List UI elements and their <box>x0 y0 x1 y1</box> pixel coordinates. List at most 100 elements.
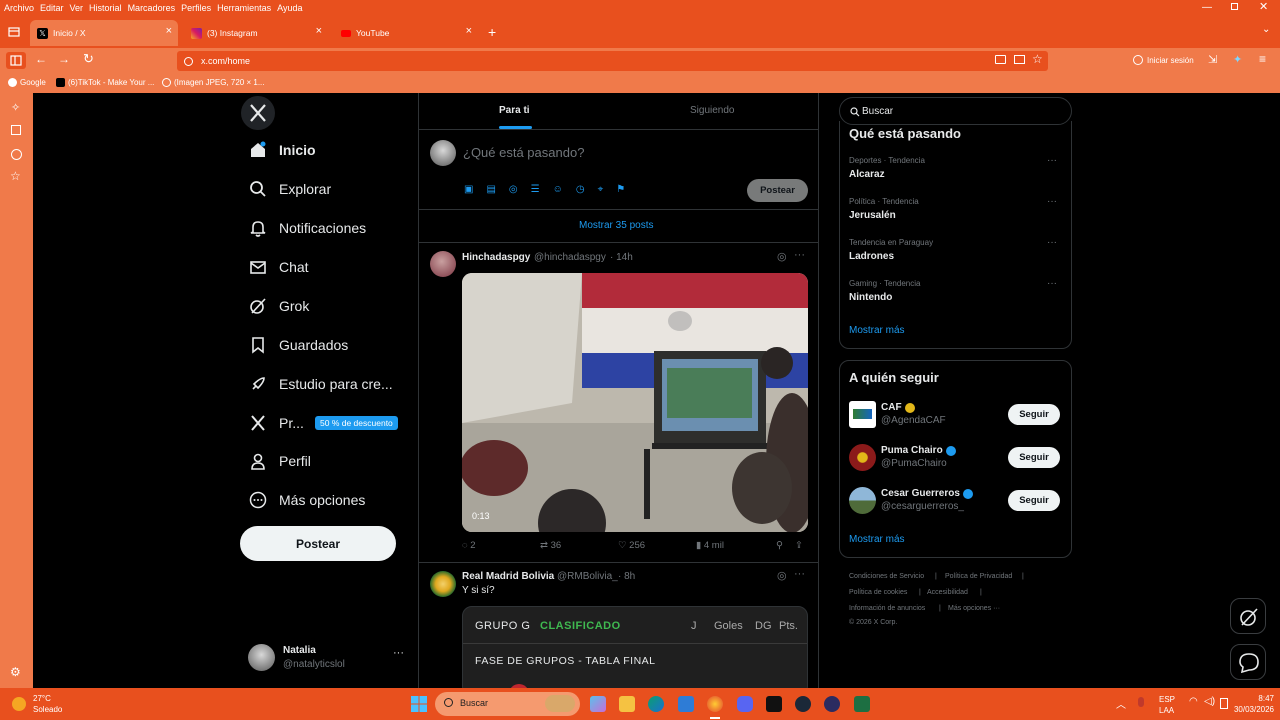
store-icon[interactable] <box>678 696 694 712</box>
tab-inicio-x[interactable]: 𝕏 Inicio / X × <box>30 20 178 46</box>
follow-suggestion[interactable]: Cesar Guerreros @cesarguerreros_ Seguir <box>839 484 1072 518</box>
firefox-icon[interactable] <box>707 696 723 712</box>
more-dots-icon[interactable]: ··· <box>1047 237 1057 248</box>
bookmark-google[interactable]: Google <box>8 78 46 87</box>
reload-icon[interactable]: ↻ <box>83 51 94 67</box>
footer-link[interactable]: Accesibilidad <box>927 589 968 596</box>
trend-item[interactable]: Política · Tendencia Jerusalén ··· <box>839 196 1072 234</box>
clock[interactable]: 8:47 30/03/2026 <box>1226 693 1274 715</box>
menu-perfiles[interactable]: Perfiles <box>181 3 211 13</box>
premium-badge[interactable]: 50 % de descuento <box>315 416 398 430</box>
minimize-icon[interactable]: — <box>1202 2 1212 13</box>
follow-suggestion[interactable]: Puma Chairo @PumaChairo Seguir <box>839 441 1072 475</box>
menu-historial[interactable]: Historial <box>89 3 122 13</box>
messages-float-button[interactable] <box>1230 644 1266 680</box>
extension-puzzle-icon[interactable]: ✦ <box>1233 53 1242 66</box>
edge-icon[interactable] <box>648 696 664 712</box>
grok-icon[interactable]: ◎ <box>777 569 787 582</box>
sign-in-button[interactable]: Iniciar sesión <box>1133 55 1194 65</box>
install-icon[interactable] <box>995 55 1006 64</box>
post-author-name[interactable]: Real Madrid Bolivia <box>462 571 554 582</box>
nav-explorar[interactable]: Explorar <box>249 180 331 198</box>
nav-chat[interactable]: Chat <box>249 258 309 276</box>
gif-icon[interactable]: ▤ <box>486 184 495 195</box>
close-tab-icon[interactable]: × <box>316 26 322 37</box>
menu-ver[interactable]: Ver <box>70 3 84 13</box>
copilot-icon[interactable] <box>590 696 606 712</box>
menu-editar[interactable]: Editar <box>40 3 64 13</box>
sidebar-toggle-icon[interactable] <box>6 52 26 69</box>
trend-item[interactable]: Deportes · Tendencia Alcaraz ··· <box>839 155 1072 193</box>
reply-button[interactable]: ◌ 2 <box>462 540 476 551</box>
tab-instagram[interactable]: (3) Instagram × <box>184 20 328 46</box>
site-info-icon[interactable] <box>184 56 193 66</box>
trend-item[interactable]: Gaming · Tendencia Nintendo ··· <box>839 278 1072 316</box>
follow-button[interactable]: Seguir <box>1008 490 1060 511</box>
hamburger-menu-icon[interactable]: ≡ <box>1259 52 1266 66</box>
bookmark-tiktok[interactable]: (6)TikTok - Make Your ... <box>56 78 154 87</box>
app-circle-icon[interactable] <box>824 696 840 712</box>
steam-icon[interactable] <box>795 696 811 712</box>
account-switcher[interactable]: Natalia @natalyticslol ··· <box>248 643 408 673</box>
post-author-name[interactable]: Hinchadaspgy <box>462 252 530 263</box>
share-icon[interactable]: ⇪ <box>795 540 803 551</box>
extensions-icon[interactable]: ⇲ <box>1208 53 1217 66</box>
wifi-icon[interactable]: ◠ <box>1189 696 1198 707</box>
more-dots-icon[interactable]: ··· <box>1047 196 1057 207</box>
more-dots-icon[interactable]: ··· <box>1047 278 1057 289</box>
grok-icon[interactable]: ◎ <box>777 250 787 263</box>
post-image-table[interactable]: GRUPO G CLASIFICADO J Goles DG Pts. FASE… <box>462 606 808 688</box>
nav-guardados[interactable]: Guardados <box>249 336 348 354</box>
tab-siguiendo[interactable]: Siguiendo <box>619 93 818 129</box>
x-logo-button[interactable] <box>241 96 275 130</box>
show-posts-link[interactable]: Mostrar 35 posts <box>579 220 653 231</box>
settings-icon[interactable]: ⚙ <box>10 665 21 679</box>
bookmark-image[interactable]: (Imagen JPEG, 720 × 1... <box>162 78 265 87</box>
more-dots-icon[interactable]: ··· <box>794 568 805 580</box>
close-window-icon[interactable]: ✕ <box>1259 0 1268 13</box>
follow-suggestion[interactable]: CAF @AgendaCAF Seguir <box>839 398 1072 432</box>
footer-link[interactable]: Información de anuncios <box>849 605 925 612</box>
taskbar-search[interactable]: Buscar <box>435 692 580 716</box>
mic-muted-icon[interactable] <box>1138 697 1144 707</box>
follow-button[interactable]: Seguir <box>1008 447 1060 468</box>
show-hidden-icons-chevron-icon[interactable]: ︿ <box>1116 696 1126 711</box>
history-icon[interactable] <box>11 149 22 160</box>
volume-icon[interactable]: ◁) <box>1204 696 1215 707</box>
grok-float-button[interactable] <box>1230 598 1266 634</box>
maximize-icon[interactable] <box>1231 3 1238 10</box>
tab-para-ti[interactable]: Para ti <box>419 93 619 129</box>
footer-link[interactable]: Más opciones ··· <box>948 605 1000 612</box>
bookmarks-star-icon[interactable]: ☆ <box>10 169 21 183</box>
capcut-icon[interactable] <box>766 696 782 712</box>
discord-icon[interactable] <box>737 696 753 712</box>
nav-perfil[interactable]: Perfil <box>249 452 311 470</box>
poll-icon[interactable]: ☰ <box>531 184 540 195</box>
follow-button[interactable]: Seguir <box>1008 404 1060 425</box>
file-explorer-icon[interactable] <box>619 696 635 712</box>
more-dots-icon[interactable]: ··· <box>1047 155 1057 166</box>
nav-premium[interactable]: Pr... <box>249 414 304 432</box>
more-dots-icon[interactable]: ··· <box>794 249 805 261</box>
weather-widget[interactable]: 27°C Soleado <box>12 694 92 716</box>
windows-start-icon[interactable] <box>411 696 427 712</box>
show-more-follow-link[interactable]: Mostrar más <box>849 534 905 545</box>
url-bar[interactable]: x.com/home ☆ <box>177 51 1048 71</box>
flag-icon[interactable]: ⚑ <box>616 184 625 195</box>
tab-overflow-chevron-icon[interactable]: ⌄ <box>1262 24 1270 35</box>
nav-inicio[interactable]: Inicio <box>249 141 316 159</box>
synced-tabs-icon[interactable] <box>11 125 21 135</box>
image-icon[interactable]: ▣ <box>464 184 473 195</box>
repost-button[interactable]: ⇄ 36 <box>540 540 561 551</box>
reader-view-icon[interactable] <box>1014 55 1025 64</box>
compose-input[interactable]: ¿Qué está pasando? <box>463 145 584 160</box>
footer-link[interactable]: Política de Privacidad <box>945 573 1012 580</box>
like-button[interactable]: ♡ 256 <box>618 540 645 551</box>
menu-archivo[interactable]: Archivo <box>4 3 34 13</box>
tab-list-icon[interactable] <box>8 26 20 38</box>
back-icon[interactable]: ← <box>35 52 47 66</box>
excel-icon[interactable] <box>854 696 870 712</box>
menu-marcadores[interactable]: Marcadores <box>128 3 176 13</box>
tab-youtube[interactable]: YouTube × <box>334 20 478 46</box>
post-author-handle[interactable]: @hinchadaspgy <box>534 252 606 263</box>
